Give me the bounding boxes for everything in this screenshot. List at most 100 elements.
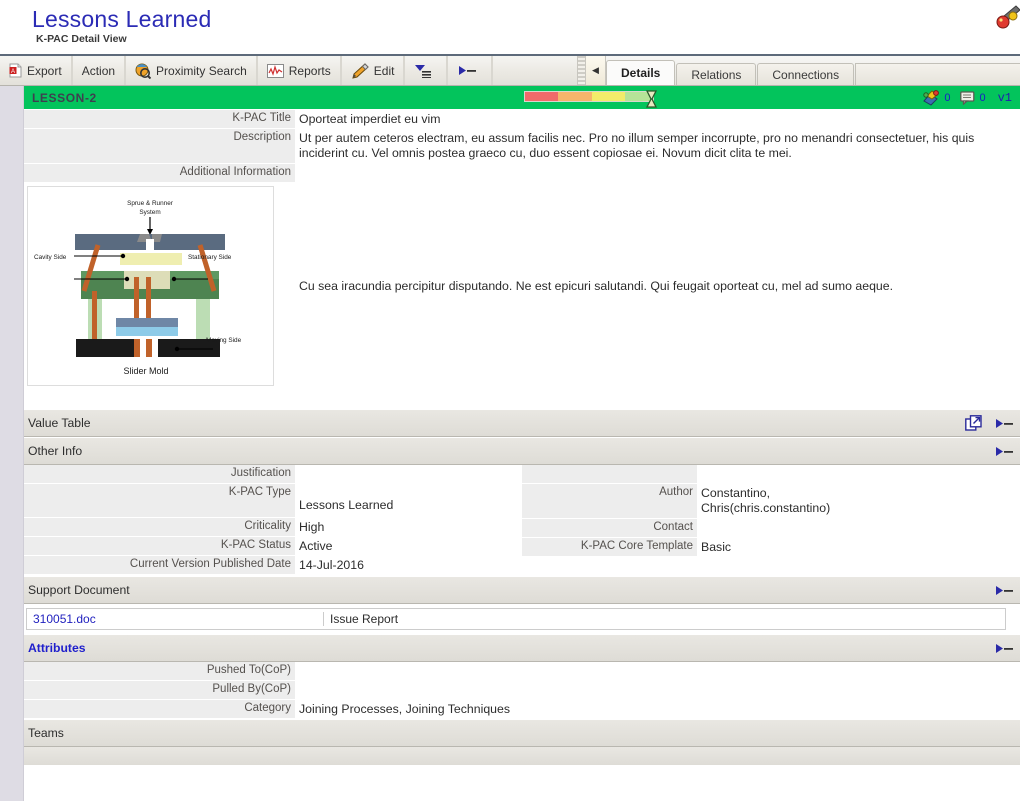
expand-toggle-icon[interactable] xyxy=(994,445,1014,458)
section-teams-body xyxy=(24,747,1020,765)
field-value-contact xyxy=(697,519,1020,538)
details-bottom-spacer xyxy=(24,389,1020,409)
tab-strip: ◀ Details Relations Connections xyxy=(577,56,1020,85)
edit-label: Edit xyxy=(373,63,395,78)
attachments-count: 0 xyxy=(944,91,951,104)
version-label[interactable]: v1 xyxy=(998,91,1012,105)
proximity-search-button[interactable]: Proximity Search xyxy=(125,56,257,85)
svg-text:Slider Mold: Slider Mold xyxy=(123,366,168,376)
export-button[interactable]: A Export xyxy=(0,56,72,85)
section-other-info-title: Other Info xyxy=(28,444,83,458)
tab-relations[interactable]: Relations xyxy=(676,63,757,85)
field-row: K-PAC Title Oporteat imperdiet eu vim xyxy=(24,110,1020,129)
expand-toggle-icon[interactable] xyxy=(994,642,1014,655)
field-label-kpac-status: K-PAC Status xyxy=(24,537,295,556)
field-label-criticality: Criticality xyxy=(24,518,295,537)
field-label-kpac-type: K-PAC Type xyxy=(24,484,295,518)
field-value-justification xyxy=(295,465,522,484)
section-value-table-title: Value Table xyxy=(28,416,91,430)
section-teams-title: Teams xyxy=(28,726,64,740)
page-title: Lessons Learned xyxy=(32,6,212,32)
tab-details-label: Details xyxy=(621,66,661,80)
field-value-pushed-to-cop xyxy=(295,662,1020,681)
section-other-info[interactable]: Other Info xyxy=(24,437,1020,465)
svg-text:Stationary Side: Stationary Side xyxy=(188,254,232,261)
field-value-blank-bottom xyxy=(697,557,1020,576)
section-attributes-title: Attributes xyxy=(28,641,86,655)
reports-button[interactable]: Reports xyxy=(256,56,341,85)
other-info-left-column: Justification K-PAC Type Lessons Learned … xyxy=(24,465,522,576)
comments-count: 0 xyxy=(979,91,986,104)
field-label-additional-information: Additional Information xyxy=(24,164,295,183)
other-info-right-column: Author Constantino, Chris(chris.constanti… xyxy=(522,465,1020,576)
field-row: Description Ut per autem ceteros electra… xyxy=(24,129,1020,164)
field-value-kpac-status: Active xyxy=(295,537,522,556)
progress-segment xyxy=(525,92,559,101)
tab-scroll-left-icon[interactable]: ◀ xyxy=(586,56,606,85)
svg-text:Sprue & Runner: Sprue & Runner xyxy=(127,200,174,207)
field-label-core-template: K-PAC Core Template xyxy=(522,538,697,557)
field-label-published-date: Current Version Published Date xyxy=(24,556,295,575)
tab-details[interactable]: Details xyxy=(606,60,676,85)
record-id: LESSON-2 xyxy=(32,90,97,105)
expand-collapse-icon xyxy=(457,64,477,77)
section-teams[interactable]: Teams xyxy=(24,719,1020,747)
main-toolbar: A Export Action Proximity Search Reports xyxy=(0,56,1020,86)
field-value-published-date: 14-Jul-2016 xyxy=(295,556,522,575)
support-document-description: Issue Report xyxy=(323,612,1005,626)
tab-strip-grip[interactable] xyxy=(578,56,586,85)
diagram-description-text: Cu sea iracundia percipitur disputando. … xyxy=(299,279,894,293)
field-value-author: Constantino, Chris(chris.constantino) xyxy=(697,484,1020,519)
filter-menu-icon xyxy=(414,63,432,79)
field-label-description: Description xyxy=(24,129,295,164)
comment-icon[interactable] xyxy=(960,90,975,105)
support-document-file-link[interactable]: 310051.doc xyxy=(27,612,323,626)
progress-segment xyxy=(558,92,592,101)
field-label-justification: Justification xyxy=(24,465,295,484)
pencil-icon xyxy=(351,62,369,79)
table-row[interactable]: 310051.doc Issue Report xyxy=(26,608,1006,630)
field-value-kpac-title: Oporteat imperdiet eu vim xyxy=(295,110,1020,129)
section-attributes[interactable]: Attributes xyxy=(24,634,1020,662)
field-label-blank-bottom xyxy=(522,557,697,576)
lifecycle-progress-bar[interactable] xyxy=(524,90,658,108)
slider-mold-diagram[interactable]: Sprue & Runner System Cavity Side Statio… xyxy=(27,186,274,386)
left-gutter xyxy=(0,86,24,801)
attributes-fields: Pushed To(CoP) Pulled By(CoP) Category Jo… xyxy=(24,662,1020,719)
expand-collapse-button[interactable] xyxy=(447,56,493,85)
tab-connections[interactable]: Connections xyxy=(757,63,855,85)
expand-toggle-icon[interactable] xyxy=(994,417,1014,430)
reports-label: Reports xyxy=(288,63,331,78)
popout-window-icon[interactable] xyxy=(965,415,982,431)
support-document-table: 310051.doc Issue Report xyxy=(24,604,1020,634)
tab-relations-label: Relations xyxy=(691,67,742,82)
record-bar-indicators: 0 0 v1 xyxy=(922,86,1016,109)
expand-toggle-icon[interactable] xyxy=(994,584,1014,597)
attachments-icon[interactable] xyxy=(922,89,940,106)
field-value-description: Ut per autem ceteros electram, eu assum … xyxy=(295,129,1020,164)
other-info-fields: Justification K-PAC Type Lessons Learned … xyxy=(24,465,1020,576)
field-label-kpac-title: K-PAC Title xyxy=(24,110,295,129)
field-value-kpac-type: Lessons Learned xyxy=(295,484,522,518)
field-label-pulled-by-cop: Pulled By(CoP) xyxy=(24,681,295,700)
svg-text:A: A xyxy=(11,69,15,75)
section-value-table[interactable]: Value Table xyxy=(24,409,1020,437)
detail-content: LESSON-2 0 0 v1 K-PAC Title Oporteat imp… xyxy=(24,86,1020,801)
action-label: Action xyxy=(81,63,116,78)
tools-icon[interactable] xyxy=(986,2,1020,34)
section-support-document[interactable]: Support Document xyxy=(24,576,1020,604)
field-value-criticality: High xyxy=(295,518,522,537)
edit-button[interactable]: Edit xyxy=(340,56,405,85)
proximity-search-label: Proximity Search xyxy=(156,63,247,78)
svg-text:Moving Side: Moving Side xyxy=(206,337,242,344)
field-label-pushed-to-cop: Pushed To(CoP) xyxy=(24,662,295,681)
pdf-icon: A xyxy=(9,63,22,78)
filter-menu-button[interactable] xyxy=(404,56,448,85)
action-button[interactable]: Action xyxy=(71,56,126,85)
field-value-pulled-by-cop xyxy=(295,681,1020,700)
progress-segment xyxy=(591,92,625,101)
tab-connections-label: Connections xyxy=(772,67,840,82)
svg-text:System: System xyxy=(139,209,160,216)
details-fields: K-PAC Title Oporteat imperdiet eu vim De… xyxy=(24,110,1020,183)
field-row: Additional Information xyxy=(24,164,1020,183)
